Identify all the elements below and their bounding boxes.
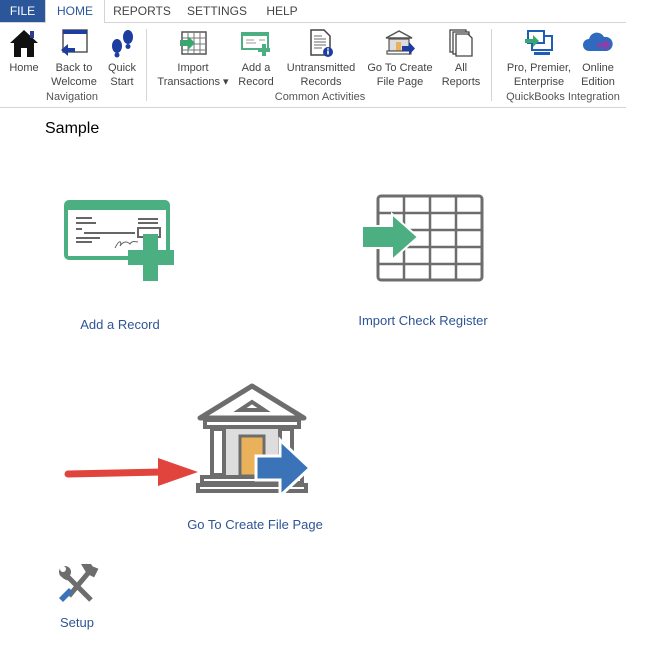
quick-start-button[interactable]: Quick Start <box>104 25 140 89</box>
ribbon-tab-bar: FILE HOME REPORTS SETTINGS HELP <box>0 0 626 23</box>
group-label-common-activities: Common Activities <box>274 91 366 103</box>
import-check-register-link[interactable]: Import Check Register <box>348 313 498 328</box>
pro-premier-label-1: Pro, Premier, <box>506 62 572 74</box>
add-a-record-tile[interactable]: Add a Record <box>60 196 180 332</box>
untransmitted-records-label-2: Records <box>300 76 342 88</box>
import-grid-icon <box>361 194 484 282</box>
ribbon-separator <box>146 29 147 101</box>
back-to-welcome-icon <box>61 29 88 56</box>
add-a-record-button[interactable]: Add a Record <box>234 25 278 89</box>
all-reports-label-2: Reports <box>441 76 481 88</box>
footprints-icon <box>112 30 133 58</box>
untransmitted-records-button[interactable]: Untransmitted Records <box>282 25 360 89</box>
online-edition-label-2: Edition <box>581 76 615 88</box>
all-reports-button[interactable]: All Reports <box>440 25 482 89</box>
quick-start-label-1: Quick <box>107 62 137 74</box>
import-check-register-tile[interactable]: Import Check Register <box>348 192 498 328</box>
untransmitted-records-label-1: Untransmitted <box>286 62 356 74</box>
bank-arrow-icon <box>385 30 415 55</box>
import-transactions-button[interactable]: Import Transactions ▾ <box>154 25 232 89</box>
setup-link[interactable]: Setup <box>52 615 102 630</box>
check-add-icon <box>64 200 174 281</box>
tab-settings[interactable]: SETTINGS <box>186 0 248 22</box>
home-label: Home <box>9 62 39 74</box>
go-to-create-file-page-button[interactable]: Go To Create File Page <box>364 25 436 89</box>
quick-start-label-2: Start <box>110 76 134 88</box>
tools-icon <box>59 563 99 602</box>
go-to-create-file-page-link[interactable]: Go To Create File Page <box>180 517 330 532</box>
add-a-record-label-2: Record <box>238 76 274 88</box>
group-label-quickbooks-integration: QuickBooks Integration <box>506 91 620 103</box>
import-transactions-label-2: Transactions ▾ <box>157 76 229 88</box>
bank-arrow-large-icon <box>196 383 313 500</box>
back-to-welcome-label-1: Back to <box>55 62 93 74</box>
all-reports-icon <box>449 29 473 57</box>
import-transactions-label-1: Import <box>177 62 209 74</box>
go-to-create-label-1: Go To Create <box>367 62 433 74</box>
home-button[interactable]: Home <box>4 25 44 75</box>
online-edition-label-1: Online <box>582 62 614 74</box>
back-to-welcome-label-2: Welcome <box>51 76 97 88</box>
desktop-import-icon <box>525 30 553 55</box>
pro-premier-enterprise-button[interactable]: Pro, Premier, Enterprise <box>504 25 574 89</box>
tab-home[interactable]: HOME <box>45 0 105 23</box>
go-to-create-file-page-tile[interactable]: Go To Create File Page <box>180 382 330 532</box>
page-title: Sample <box>45 120 100 137</box>
ribbon: Home Back to Welcome Quick Start Navigat… <box>0 22 626 108</box>
tab-help[interactable]: HELP <box>262 0 302 22</box>
online-edition-button[interactable]: Online Edition <box>576 25 620 89</box>
all-reports-label-1: All <box>454 62 468 74</box>
add-a-record-label-1: Add a <box>241 62 271 74</box>
tab-reports[interactable]: REPORTS <box>110 0 174 22</box>
untransmitted-records-icon <box>310 29 333 57</box>
import-transactions-icon <box>180 31 207 55</box>
go-to-create-label-2: File Page <box>376 76 424 88</box>
back-to-welcome-button[interactable]: Back to Welcome <box>48 25 100 89</box>
pro-premier-label-2: Enterprise <box>513 76 565 88</box>
ribbon-separator <box>491 29 492 101</box>
setup-tile[interactable]: Setup <box>52 562 102 630</box>
cloud-import-icon <box>583 32 613 51</box>
home-icon <box>10 30 38 57</box>
group-label-navigation: Navigation <box>46 91 98 103</box>
tab-file[interactable]: FILE <box>0 0 45 22</box>
add-a-record-link[interactable]: Add a Record <box>60 317 180 332</box>
add-record-icon <box>241 32 270 56</box>
